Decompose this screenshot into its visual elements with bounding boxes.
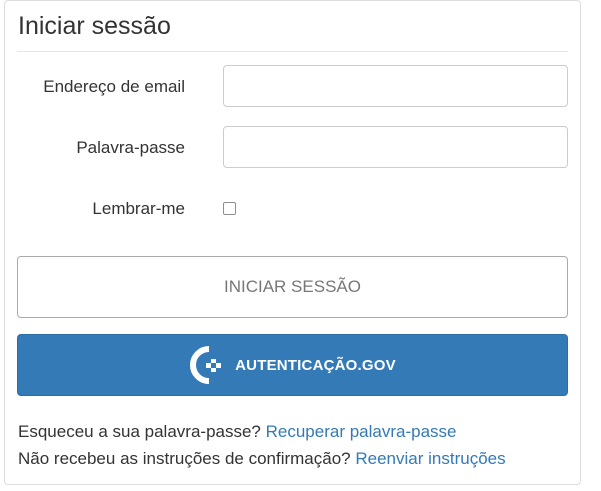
recover-password-link[interactable]: Recuperar palavra-passe (266, 422, 457, 441)
page-title: Iniciar sessão (18, 12, 171, 40)
resend-instructions-line: Não recebeu as instruções de confirmação… (18, 449, 506, 469)
forgot-password-text: Esqueceu a sua palavra-passe? (18, 422, 261, 441)
remember-checkbox[interactable] (223, 202, 236, 215)
title-divider (17, 51, 568, 52)
autenticacao-gov-label: AUTENTICAÇÃO.GOV (235, 356, 396, 374)
remember-label: Lembrar-me (92, 199, 185, 218)
email-label: Endereço de email (43, 77, 185, 96)
autenticacao-gov-button[interactable]: AUTENTICAÇÃO.GOV (17, 334, 568, 396)
password-label: Palavra-passe (76, 138, 185, 157)
signin-button[interactable]: INICIAR SESSÃO (17, 256, 568, 318)
password-field[interactable] (223, 126, 568, 168)
autenticacao-gov-icon (190, 346, 222, 384)
email-field[interactable] (223, 65, 568, 107)
forgot-password-line: Esqueceu a sua palavra-passe? Recuperar … (18, 422, 457, 442)
login-panel: Iniciar sessão Endereço de email Palavra… (4, 0, 581, 485)
resend-instructions-link[interactable]: Reenviar instruções (355, 449, 505, 468)
resend-instructions-text: Não recebeu as instruções de confirmação… (18, 449, 351, 468)
